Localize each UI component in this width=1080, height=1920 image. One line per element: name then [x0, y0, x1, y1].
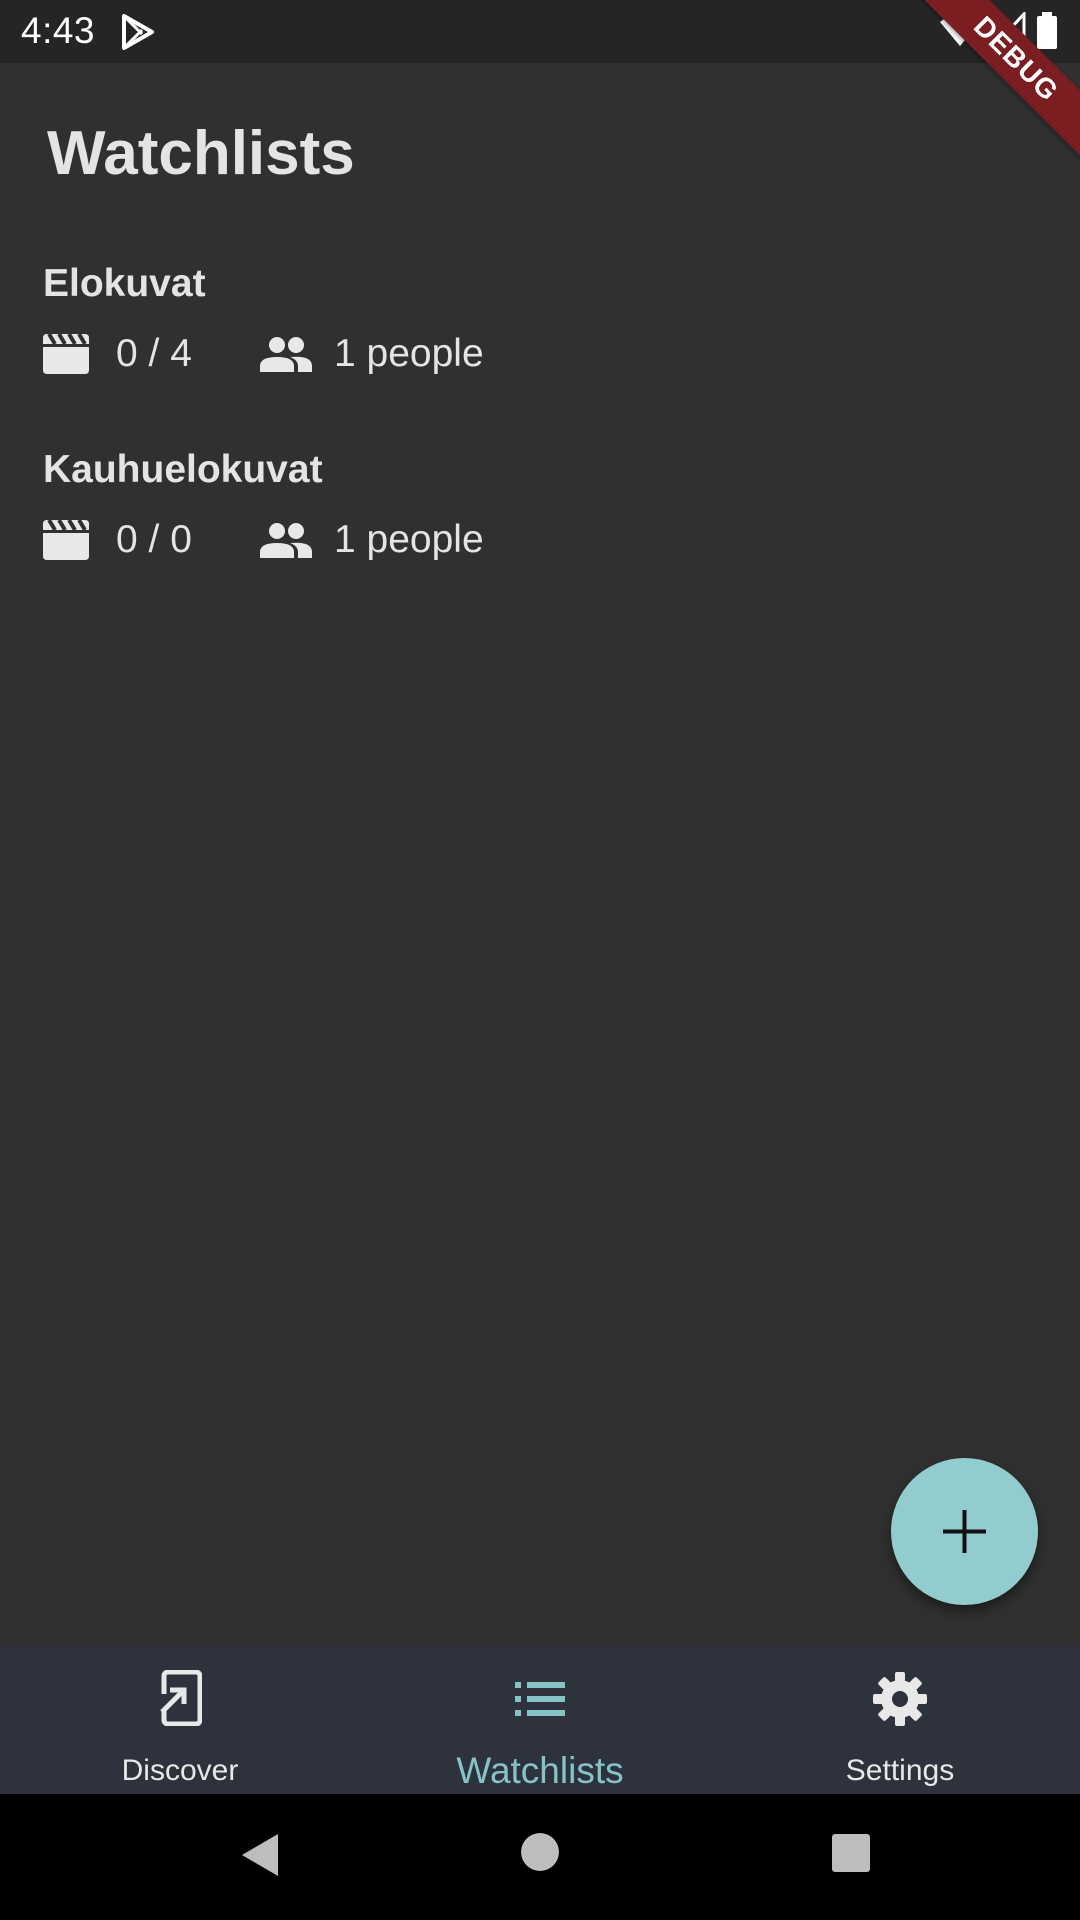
plus-icon	[943, 1510, 986, 1553]
people-count: 1 people	[334, 332, 484, 375]
people-icon	[260, 337, 312, 372]
status-bar: 4:43	[0, 0, 1080, 63]
people-count: 1 people	[334, 518, 484, 561]
clapperboard-icon	[43, 334, 89, 374]
nav-item-settings[interactable]: Settings	[720, 1646, 1080, 1794]
watchlist-item[interactable]: Elokuvat 0 / 4 1 people	[43, 262, 743, 422]
gear-icon	[873, 1672, 927, 1726]
discover-icon	[158, 1670, 202, 1726]
watchlist-name: Kauhuelokuvat	[43, 448, 323, 491]
system-navigation-bar	[0, 1794, 1080, 1920]
back-icon[interactable]	[240, 1832, 280, 1878]
watchlist-item[interactable]: Kauhuelokuvat 0 / 0 1 people	[43, 448, 743, 608]
nav-label-discover: Discover	[121, 1754, 239, 1787]
recents-icon[interactable]	[832, 1834, 870, 1872]
page-title: Watchlists	[47, 119, 355, 188]
movie-count: 0 / 4	[116, 332, 192, 375]
nav-item-watchlists[interactable]: Watchlists	[360, 1646, 720, 1794]
nav-label-settings: Settings	[845, 1754, 955, 1787]
people-icon	[260, 523, 312, 558]
play-store-icon	[122, 14, 154, 50]
bottom-navigation: Discover Watchlists Settings	[0, 1646, 1080, 1794]
status-time: 4:43	[21, 10, 96, 51]
battery-icon	[1037, 12, 1057, 49]
home-icon[interactable]	[520, 1832, 560, 1872]
nav-label-watchlists: Watchlists	[456, 1750, 624, 1791]
nav-item-discover[interactable]: Discover	[0, 1646, 360, 1794]
list-icon	[515, 1682, 565, 1716]
add-watchlist-button[interactable]	[891, 1458, 1038, 1605]
movie-count: 0 / 0	[116, 518, 192, 561]
watchlist-name: Elokuvat	[43, 262, 206, 305]
clapperboard-icon	[43, 520, 89, 560]
